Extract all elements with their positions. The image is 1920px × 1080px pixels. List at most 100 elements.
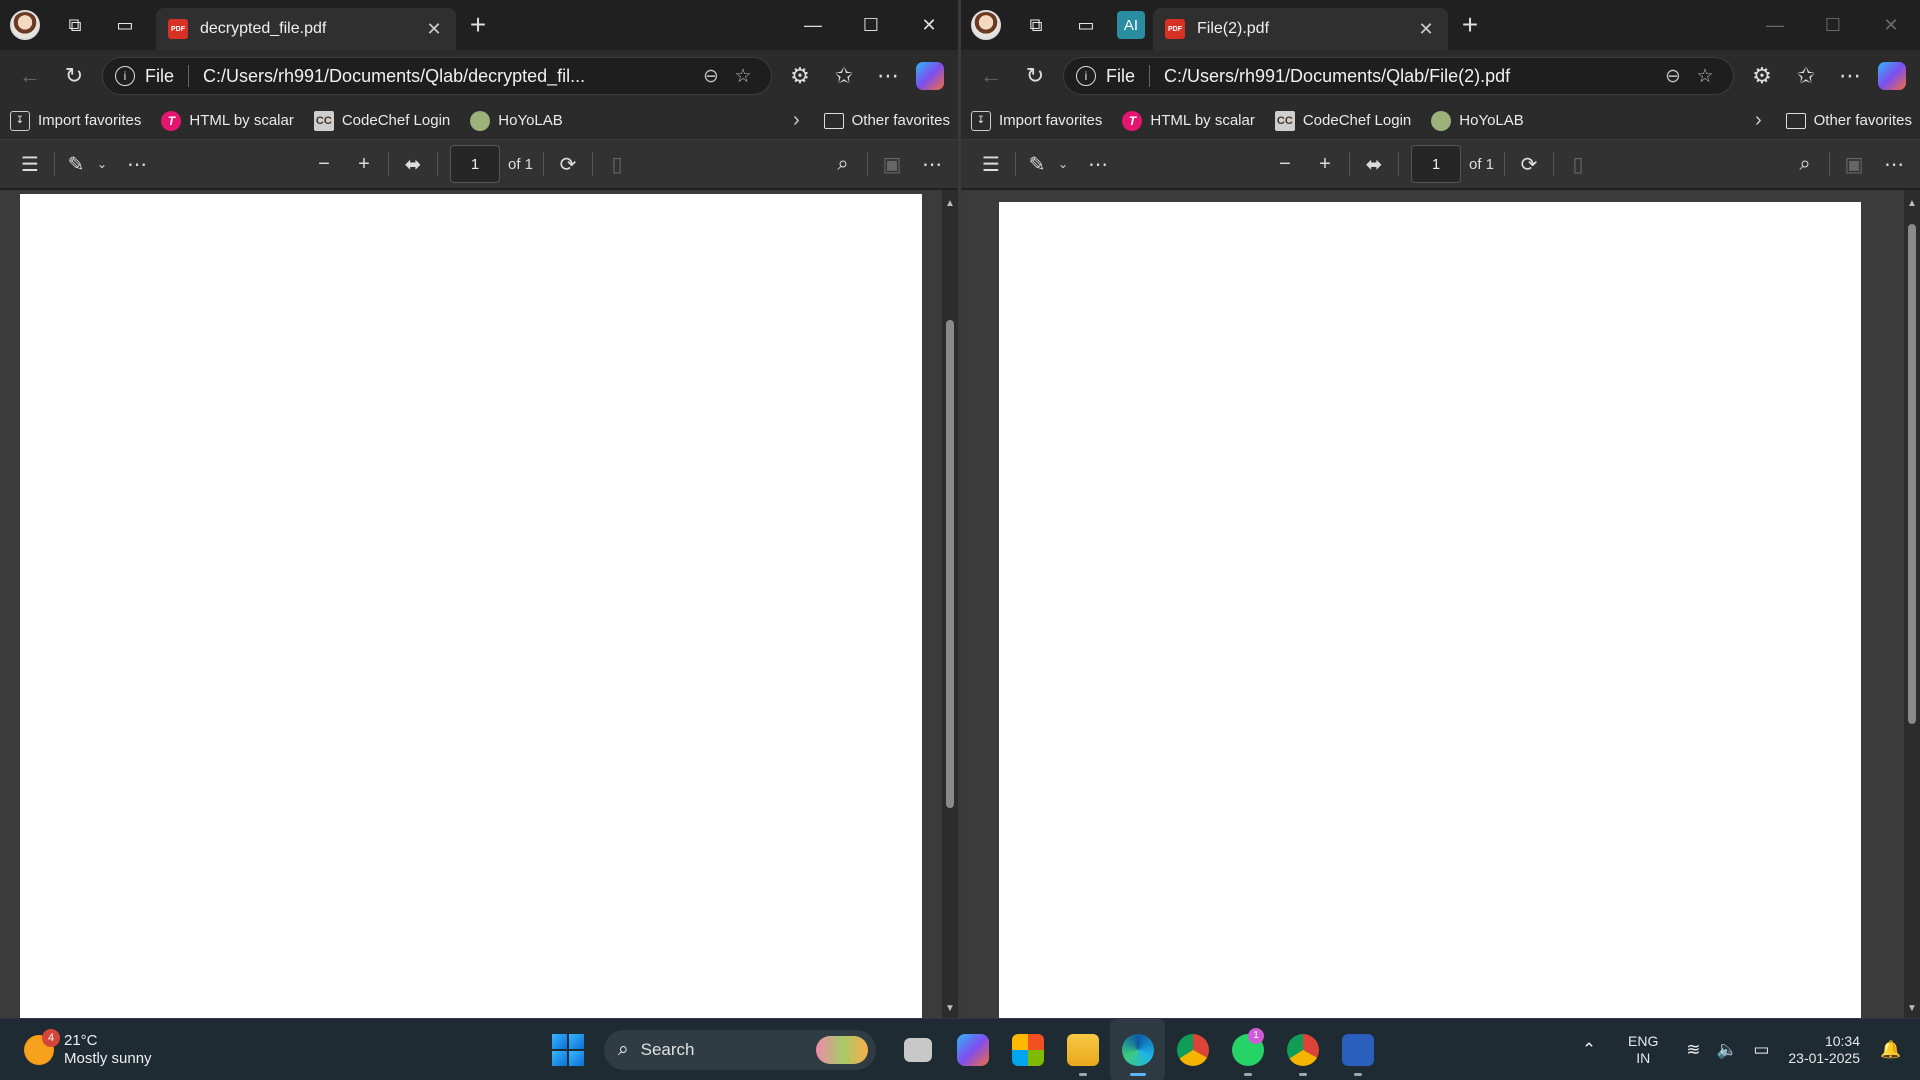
word-icon[interactable] <box>1330 1019 1385 1080</box>
chevron-right-icon[interactable]: › <box>793 109 800 132</box>
fav-import[interactable]: ↧ Import favorites <box>971 110 1102 131</box>
volume-icon[interactable]: 🔈 <box>1712 1040 1742 1060</box>
address-bar[interactable]: i File C:/Users/rh991/Documents/Qlab/dec… <box>102 57 772 95</box>
tab-actions-icon[interactable]: ▭ <box>100 0 150 50</box>
search-icon[interactable]: ⌕ <box>823 144 863 184</box>
chrome-icon[interactable] <box>1165 1019 1220 1080</box>
extensions-icon[interactable]: ⚙ <box>1740 56 1784 96</box>
refresh-icon[interactable]: ↻ <box>52 56 96 96</box>
new-tab-icon[interactable]: + <box>1448 3 1492 47</box>
scroll-up-icon[interactable]: ▲ <box>1904 198 1920 209</box>
draw-icon[interactable]: ✎ <box>1020 144 1054 184</box>
zoom-icon[interactable]: ⊖ <box>695 65 727 88</box>
star-icon[interactable]: ☆ <box>1689 65 1721 88</box>
taskbar-search[interactable]: ⌕ Search <box>604 1029 876 1070</box>
scrollbar[interactable]: ▲ ▼ <box>1904 190 1920 1018</box>
fav-html-by-scalar[interactable]: T HTML by scalar <box>161 110 294 131</box>
favorites-icon[interactable]: ✩ <box>822 56 866 96</box>
zoom-in-icon[interactable]: + <box>1305 144 1345 184</box>
profile-button[interactable] <box>0 0 50 50</box>
info-icon[interactable]: i <box>1076 66 1096 86</box>
scrollbar[interactable]: ▲ ▼ <box>942 190 958 1018</box>
save-icon[interactable]: ▣ <box>1834 144 1874 184</box>
page-view-icon[interactable]: ▯ <box>597 144 637 184</box>
chevron-down-icon[interactable]: ⌄ <box>1054 144 1072 184</box>
zoom-out-icon[interactable]: − <box>1265 144 1305 184</box>
whatsapp-icon[interactable]: 1 <box>1220 1019 1275 1080</box>
page-number-input[interactable]: 1 <box>450 145 500 183</box>
clock[interactable]: 10:34 23-01-2025 <box>1788 1033 1860 1067</box>
task-view-icon[interactable] <box>890 1019 945 1080</box>
language-indicator[interactable]: ENG IN <box>1628 1033 1658 1067</box>
maximize-icon[interactable]: ☐ <box>842 0 900 50</box>
close-window-icon[interactable]: ✕ <box>900 0 958 50</box>
ai-button[interactable]: AI <box>1117 11 1145 39</box>
tab-active[interactable]: PDF File(2).pdf ✕ <box>1153 8 1448 50</box>
new-tab-icon[interactable]: + <box>456 3 500 47</box>
star-icon[interactable]: ☆ <box>727 65 759 88</box>
windows-start-icon[interactable] <box>552 1033 584 1066</box>
fit-width-icon[interactable]: ⬌ <box>1354 144 1394 184</box>
copilot-icon[interactable] <box>916 62 944 90</box>
tab-active[interactable]: PDF decrypted_file.pdf ✕ <box>156 8 456 50</box>
workspaces-icon[interactable]: ⧉ <box>1011 0 1061 50</box>
extensions-icon[interactable]: ⚙ <box>778 56 822 96</box>
scroll-thumb[interactable] <box>946 320 954 808</box>
chrome-icon[interactable] <box>1275 1019 1330 1080</box>
chevron-down-icon[interactable]: ⌄ <box>93 144 111 184</box>
close-window-icon[interactable]: ✕ <box>1862 0 1920 50</box>
page-view-icon[interactable]: ▯ <box>1558 144 1598 184</box>
contents-icon[interactable]: ☰ <box>10 144 50 184</box>
back-icon[interactable]: ← <box>8 56 52 96</box>
fit-width-icon[interactable]: ⬌ <box>393 144 433 184</box>
fav-import[interactable]: ↧ Import favorites <box>10 110 141 131</box>
fav-other[interactable]: Other favorites <box>823 112 950 129</box>
tab-actions-icon[interactable]: ▭ <box>1061 0 1111 50</box>
close-icon[interactable]: ✕ <box>1414 19 1438 40</box>
contents-icon[interactable]: ☰ <box>971 144 1011 184</box>
more-icon[interactable]: ⋯ <box>866 56 910 96</box>
info-icon[interactable]: i <box>115 66 135 86</box>
more-icon[interactable]: ⋯ <box>1874 144 1914 184</box>
close-icon[interactable]: ✕ <box>422 19 446 40</box>
minimize-icon[interactable]: — <box>784 0 842 50</box>
draw-icon[interactable]: ✎ <box>59 144 93 184</box>
fav-html-by-scalar[interactable]: T HTML by scalar <box>1122 110 1255 131</box>
weather-widget[interactable]: 4 21°C Mostly sunny <box>24 1028 152 1068</box>
scroll-thumb[interactable] <box>1908 224 1916 724</box>
refresh-icon[interactable]: ↻ <box>1013 56 1057 96</box>
fav-hoyolab[interactable]: HoYoLAB <box>470 110 563 131</box>
fav-other[interactable]: Other favorites <box>1785 112 1912 129</box>
favorites-icon[interactable]: ✩ <box>1784 56 1828 96</box>
wifi-icon[interactable]: ≋ <box>1678 1040 1708 1060</box>
chevron-up-icon[interactable]: ⌃ <box>1574 1040 1604 1060</box>
zoom-out-icon[interactable]: − <box>304 144 344 184</box>
workspaces-icon[interactable]: ⧉ <box>50 0 100 50</box>
fav-codechef[interactable]: CC CodeChef Login <box>1274 110 1411 131</box>
fav-hoyolab[interactable]: HoYoLAB <box>1431 110 1524 131</box>
chevron-right-icon[interactable]: › <box>1755 109 1762 132</box>
maximize-icon[interactable]: ☐ <box>1804 0 1862 50</box>
rotate-icon[interactable]: ⟳ <box>548 144 588 184</box>
zoom-icon[interactable]: ⊖ <box>1657 65 1689 88</box>
copilot-app-icon[interactable] <box>945 1019 1000 1080</box>
more-icon[interactable]: ⋯ <box>1828 56 1872 96</box>
copilot-icon[interactable] <box>1878 62 1906 90</box>
store-icon[interactable] <box>1000 1019 1055 1080</box>
save-icon[interactable]: ▣ <box>872 144 912 184</box>
url-text[interactable]: C:/Users/rh991/Documents/Qlab/File(2).pd… <box>1164 66 1657 87</box>
rotate-icon[interactable]: ⟳ <box>1509 144 1549 184</box>
battery-icon[interactable]: ▭ <box>1746 1040 1776 1060</box>
scroll-down-icon[interactable]: ▼ <box>942 1003 958 1014</box>
url-text[interactable]: C:/Users/rh991/Documents/Qlab/decrypted_… <box>203 66 695 87</box>
more-tools-icon[interactable]: ⋯ <box>1078 144 1118 184</box>
search-icon[interactable]: ⌕ <box>1785 144 1825 184</box>
page-number-input[interactable]: 1 <box>1411 145 1461 183</box>
notification-icon[interactable]: 🔔 <box>1876 1040 1906 1060</box>
zoom-in-icon[interactable]: + <box>344 144 384 184</box>
minimize-icon[interactable]: — <box>1746 0 1804 50</box>
more-tools-icon[interactable]: ⋯ <box>117 144 157 184</box>
scroll-up-icon[interactable]: ▲ <box>942 198 958 209</box>
address-bar[interactable]: i File C:/Users/rh991/Documents/Qlab/Fil… <box>1063 57 1734 95</box>
fav-codechef[interactable]: CC CodeChef Login <box>313 110 450 131</box>
